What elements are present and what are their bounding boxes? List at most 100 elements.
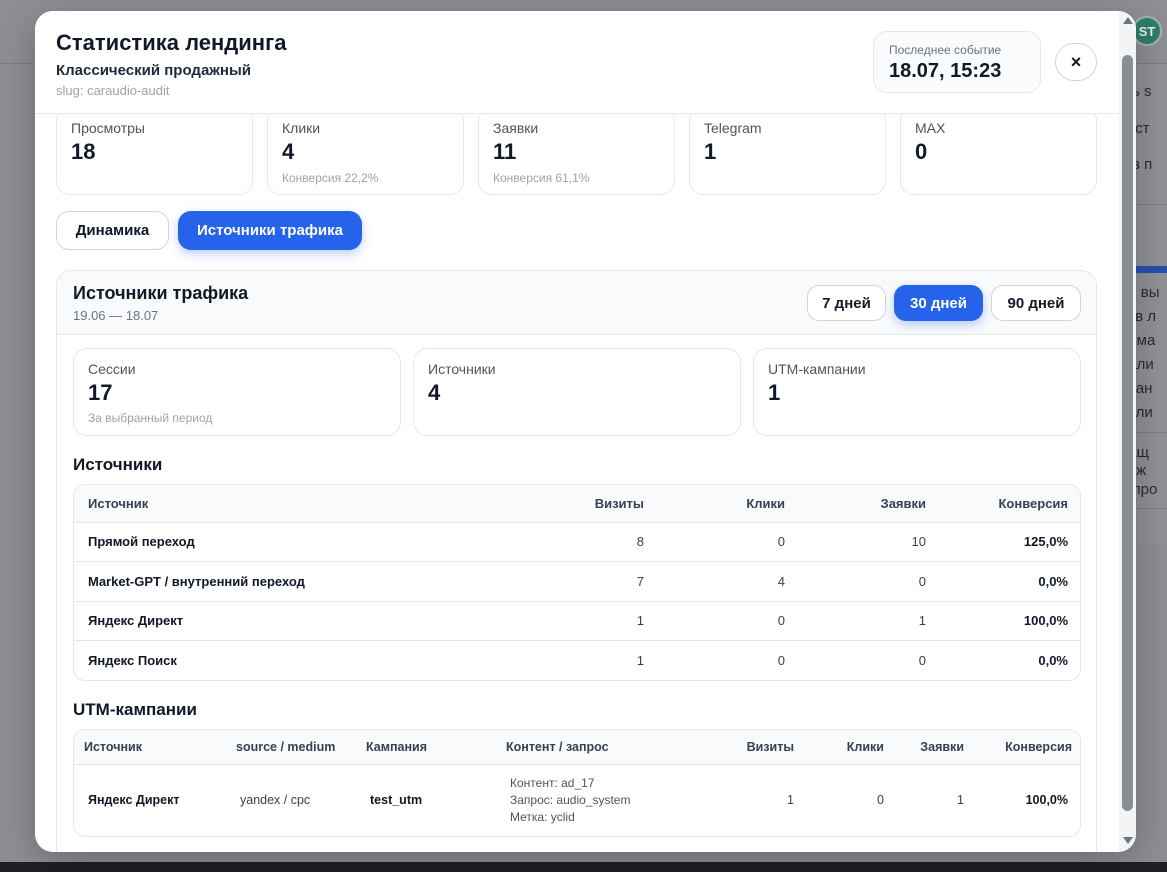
utm-campaigns-heading: UTM-кампании — [73, 700, 197, 719]
column-header-source: Источник — [74, 485, 504, 523]
utm-source-cell: Яндекс Директ — [88, 793, 180, 808]
summary-note: За выбранный период — [88, 411, 213, 425]
column-header-visits: Визиты — [504, 485, 658, 523]
column-header-campaign: Кампания — [356, 730, 496, 765]
conversion-cell: 0,0% — [940, 561, 1080, 602]
column-header-leads: Заявки — [799, 485, 940, 523]
column-header-source: Источник — [74, 730, 226, 765]
column-header-source-medium: source / medium — [226, 730, 356, 765]
last-event-value: 18.07, 15:23 — [889, 60, 1002, 82]
stat-label: Клики — [282, 120, 321, 136]
summary-label: Сессии — [88, 361, 136, 377]
period-90-days-button[interactable]: 90 дней — [991, 285, 1081, 321]
conversion-cell: 100,0% — [1025, 793, 1068, 808]
column-header-visits: Визиты — [716, 730, 804, 765]
source-name: Прямой переход — [74, 522, 504, 562]
leads-cell: 0 — [918, 653, 926, 668]
avatar[interactable]: ST — [1132, 16, 1162, 46]
clicks-cell: 0 — [658, 601, 799, 641]
modal-title: Статистика лендинга — [56, 30, 287, 55]
stat-value: 4 — [282, 139, 295, 164]
section-title: Источники трафика — [73, 283, 249, 303]
background-accent-bar — [1136, 266, 1167, 273]
utm-source-medium-cell: yandex / cpc — [240, 793, 311, 808]
stat-card-views: Просмотры 18 — [56, 107, 253, 195]
scrollbar-thumb[interactable] — [1122, 55, 1133, 811]
utm-content-line: Контент: ad_17 — [510, 775, 595, 790]
summary-value: 17 — [88, 380, 113, 405]
source-name: Яндекс Директ — [74, 601, 504, 641]
column-header-leads: Заявки — [894, 730, 974, 765]
modal-scroll-content[interactable]: Просмотры 18 Клики 4 Конверсия 22,2% Зая… — [35, 11, 1119, 852]
stat-card-leads: Заявки 11 Конверсия 61,1% — [478, 107, 675, 195]
stat-value: 1 — [704, 139, 717, 164]
summary-label: UTM-кампании — [768, 361, 866, 377]
traffic-sources-section: Источники трафика 19.06 — 18.07 7 дней 3… — [56, 270, 1097, 852]
table-row: Яндекс Поиск 1 0 0 0,0% — [74, 641, 1080, 681]
sources-heading: Источники — [73, 455, 163, 474]
summary-card-sessions: Сессии 17 За выбранный период — [73, 348, 401, 436]
taskbar — [0, 862, 1167, 872]
background-divider — [1136, 204, 1167, 205]
clicks-cell: 0 — [777, 653, 785, 668]
modal-header: Статистика лендинга Классический продажн… — [35, 11, 1136, 114]
section-header: Источники трафика 19.06 — 18.07 7 дней 3… — [57, 271, 1096, 335]
stat-card-max: MAX 0 — [900, 107, 1097, 195]
table-row: Прямой переход 8 0 10 125,0% — [74, 522, 1080, 562]
tab-traffic-sources[interactable]: Источники трафика — [178, 211, 362, 250]
visits-cell: 1 — [504, 601, 658, 641]
tab-dynamics[interactable]: Динамика — [56, 211, 169, 250]
stat-card-telegram: Telegram 1 — [689, 107, 886, 195]
conversion-cell: 100,0% — [940, 601, 1080, 641]
visits-cell: 1 — [636, 653, 644, 668]
clicks-cell: 4 — [658, 561, 799, 602]
stat-value: 11 — [493, 139, 517, 164]
close-icon: × — [1070, 51, 1082, 72]
stat-label: MAX — [915, 120, 946, 136]
date-range: 19.06 — 18.07 — [73, 308, 159, 323]
last-event-label: Последнее событие — [889, 43, 1002, 57]
summary-value: 4 — [428, 380, 441, 405]
visits-cell: 1 — [787, 793, 794, 808]
source-name: Яндекс Поиск — [88, 653, 177, 668]
column-header-clicks: Клики — [804, 730, 894, 765]
table-header-row: Источник Визиты Клики Заявки Конверсия — [74, 485, 1080, 523]
leads-cell: 10 — [799, 522, 940, 562]
visits-cell: 7 — [504, 561, 658, 602]
scroll-up-arrow-icon[interactable] — [1123, 17, 1133, 24]
leads-cell: 1 — [957, 793, 964, 808]
clicks-cell: 0 — [658, 522, 799, 562]
summary-label: Источники — [428, 361, 496, 377]
stat-label: Просмотры — [71, 120, 145, 136]
landing-slug: slug: caraudio-audit — [56, 83, 170, 98]
stat-conversion: Конверсия 61,1% — [493, 171, 590, 185]
source-name: Market-GPT / внутренний переход — [74, 561, 504, 602]
stat-value: 0 — [915, 139, 928, 164]
table-header-row: Источник source / medium Кампания Контен… — [74, 730, 1080, 765]
close-button[interactable]: × — [1055, 43, 1097, 81]
column-header-clicks: Клики — [658, 485, 799, 523]
background-divider — [1136, 508, 1167, 509]
landing-stats-modal: Просмотры 18 Клики 4 Конверсия 22,2% Зая… — [35, 11, 1136, 852]
leads-cell: 0 — [799, 561, 940, 602]
period-7-days-button[interactable]: 7 дней — [807, 285, 886, 321]
table-row: Яндекс Директ 1 0 1 100,0% — [74, 601, 1080, 641]
sources-table: Источник Визиты Клики Заявки Конверсия П… — [73, 484, 1081, 681]
stat-value: 18 — [71, 139, 96, 164]
last-event-card: Последнее событие 18.07, 15:23 — [873, 31, 1041, 93]
background-divider — [1136, 432, 1167, 433]
conversion-cell: 125,0% — [940, 522, 1080, 562]
scroll-down-arrow-icon[interactable] — [1123, 837, 1133, 844]
column-header-content-query: Контент / запрос — [496, 730, 716, 765]
column-header-conversion: Конверсия — [974, 730, 1080, 765]
utm-campaigns-table: Источник source / medium Кампания Контен… — [73, 729, 1081, 837]
stat-card-clicks: Клики 4 Конверсия 22,2% — [267, 107, 464, 195]
conversion-cell: 0,0% — [1038, 653, 1068, 668]
summary-value: 1 — [768, 380, 781, 405]
summary-card-utm-campaigns: UTM-кампании 1 — [753, 348, 1081, 436]
period-30-days-button[interactable]: 30 дней — [894, 285, 983, 321]
table-row: Market-GPT / внутренний переход 7 4 0 0,… — [74, 561, 1080, 602]
leads-cell: 1 — [799, 601, 940, 641]
utm-campaign-cell: test_utm — [370, 793, 423, 808]
scrollbar[interactable] — [1119, 11, 1136, 852]
